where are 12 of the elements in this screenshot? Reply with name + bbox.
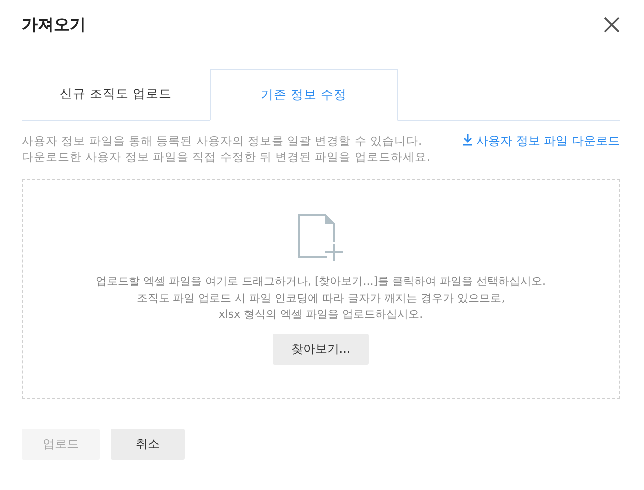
cancel-button[interactable]: 취소 <box>111 429 185 460</box>
instruction-text: 조직도 파일 업로드 시 파일 인코딩에 따라 글자가 깨지는 경우가 있으므로, <box>136 290 506 306</box>
instruction-text: 업로드할 엑셀 파일을 여기로 드래그하거나, [찾아보기...]를 클릭하여 파일을 선택하십시오. <box>96 274 546 290</box>
add-file-icon <box>297 214 345 262</box>
description-text: 다운로드한 사용자 정보 파일을 직접 수정한 뒤 변경된 파일을 업로드하세요. <box>22 149 431 165</box>
close-icon[interactable] <box>604 17 620 33</box>
instruction-text: xlsx 형식의 엑셀 파일을 업로드하십시오. <box>218 307 424 323</box>
dialog-title: 가져오기 <box>22 14 86 36</box>
description-text: 사용자 정보 파일을 통해 등록된 사용자의 정보를 일괄 변경할 수 있습니다. <box>22 133 424 149</box>
drop-zone[interactable]: 업로드할 엑셀 파일을 여기로 드래그하거나, [찾아보기...]를 클릭하여 파일을 선택하십시오. 조직도 파일 업로드 시 파일 인코딩에 따라 글자가 깨지는 경우가 있으므로, xlsx 형식의 엑셀 파일을 업로드하십시오. 찾아보기... <box>22 179 620 399</box>
download-icon <box>462 133 473 146</box>
browse-button[interactable]: 찾아보기... <box>273 334 369 364</box>
